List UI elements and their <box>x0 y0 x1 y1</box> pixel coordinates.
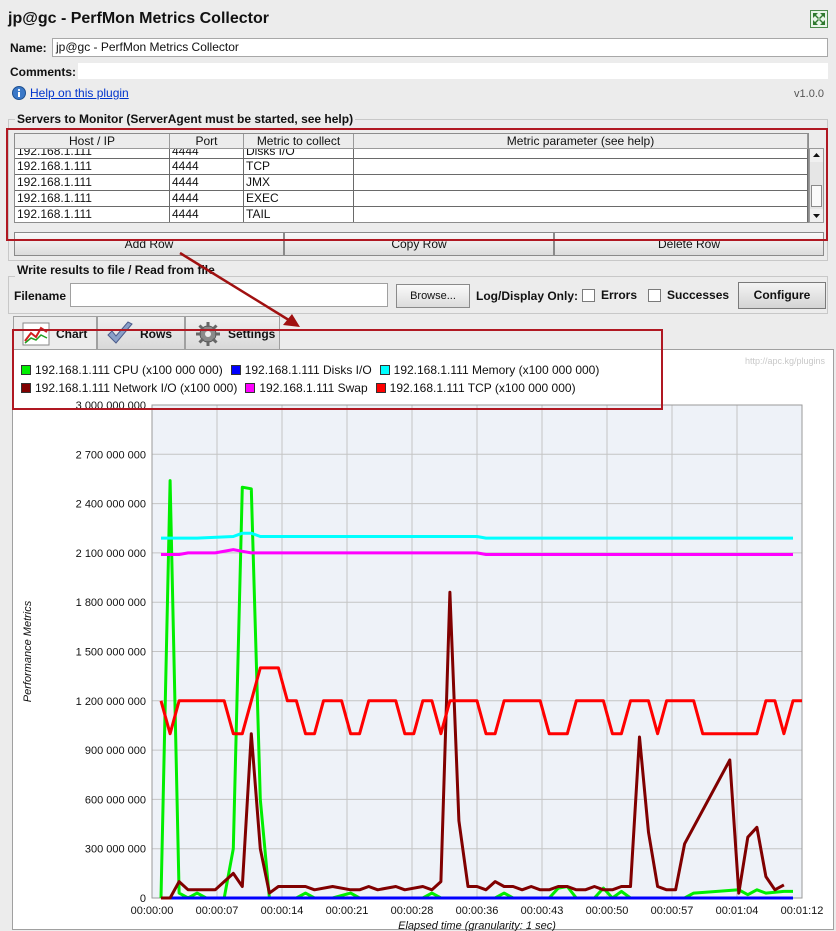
file-section-title: Write results to file / Read from file <box>15 263 217 277</box>
filename-label: Filename <box>14 289 67 303</box>
x-tick-label: 00:00:00 <box>131 905 174 917</box>
help-link[interactable]: Help on this plugin <box>12 86 129 100</box>
y-tick-label: 2 700 000 000 <box>76 449 146 461</box>
successes-label: Successes <box>667 288 730 302</box>
chart-panel: http://apc.kg/plugins 192.168.1.111 CPU … <box>12 349 834 931</box>
y-tick-label: 2 400 000 000 <box>76 499 146 511</box>
y-tick-label: 1 200 000 000 <box>76 696 146 708</box>
x-tick-label: 00:00:07 <box>196 905 239 917</box>
y-tick-label: 0 <box>140 893 146 905</box>
help-link-label[interactable]: Help on this plugin <box>30 86 129 100</box>
browse-button[interactable]: Browse... <box>396 284 470 308</box>
y-tick-label: 1 800 000 000 <box>76 597 146 609</box>
configure-button[interactable]: Configure <box>738 282 826 309</box>
servers-section-title: Servers to Monitor (ServerAgent must be … <box>15 112 356 126</box>
y-tick-label: 600 000 000 <box>85 794 146 806</box>
expand-icon[interactable] <box>810 10 828 28</box>
x-tick-label: 00:00:43 <box>521 905 564 917</box>
servers-highlight-box <box>6 128 828 241</box>
x-tick-label: 00:01:12 <box>781 905 824 917</box>
errors-checkbox[interactable] <box>582 288 595 302</box>
y-tick-label: 2 100 000 000 <box>76 548 146 560</box>
filename-input[interactable] <box>70 283 388 307</box>
x-tick-label: 00:00:50 <box>586 905 629 917</box>
y-axis-label: Performance Metrics <box>22 600 34 702</box>
successes-checkbox-group[interactable]: Successes <box>648 288 729 302</box>
y-tick-label: 1 500 000 000 <box>76 647 146 659</box>
y-tick-label: 300 000 000 <box>85 844 146 856</box>
legend-highlight-box <box>12 329 663 410</box>
errors-label: Errors <box>601 288 638 302</box>
x-tick-label: 00:00:36 <box>456 905 499 917</box>
x-tick-label: 00:00:21 <box>326 905 369 917</box>
successes-checkbox[interactable] <box>648 288 661 302</box>
errors-checkbox-group[interactable]: Errors <box>582 288 637 302</box>
x-tick-label: 00:01:04 <box>716 905 759 917</box>
x-tick-label: 00:00:28 <box>391 905 434 917</box>
x-axis-label: Elapsed time (granularity: 1 sec) <box>398 920 556 931</box>
x-tick-label: 00:00:57 <box>651 905 694 917</box>
name-label: Name: <box>10 41 47 55</box>
version-label: v1.0.0 <box>794 88 824 100</box>
y-tick-label: 900 000 000 <box>85 745 146 757</box>
log-display-label: Log/Display Only: <box>476 289 579 303</box>
comments-label: Comments: <box>10 65 77 79</box>
window-title: jp@gc - PerfMon Metrics Collector <box>8 10 269 27</box>
comments-field[interactable] <box>78 63 828 79</box>
name-input[interactable]: jp@gc - PerfMon Metrics Collector <box>52 38 828 57</box>
info-icon <box>12 86 26 100</box>
x-tick-label: 00:00:14 <box>261 905 304 917</box>
performance-chart: 0 300 000 000 600 000 000 900 000 000 1 200 … <box>22 400 824 931</box>
